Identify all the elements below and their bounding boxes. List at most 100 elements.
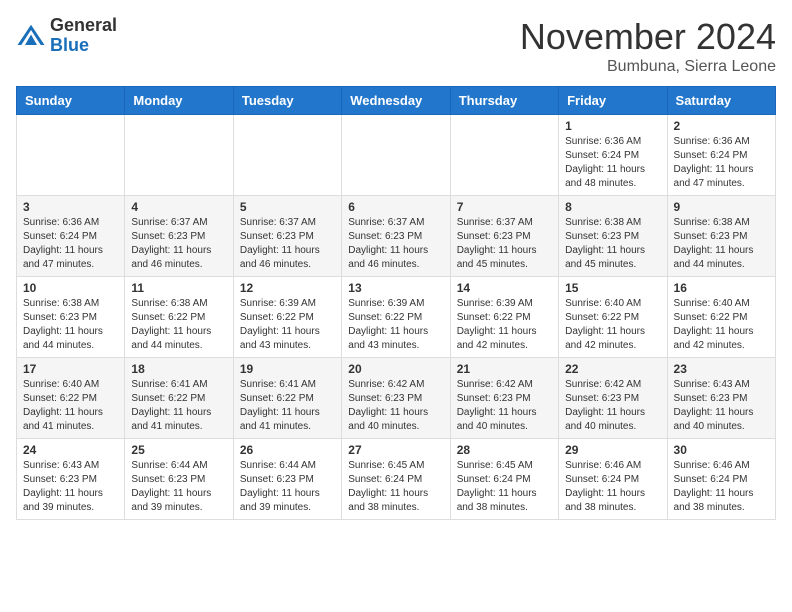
weekday-header-wednesday: Wednesday bbox=[342, 87, 450, 115]
day-cell: 24 Sunrise: 6:43 AM Sunset: 6:23 PM Dayli… bbox=[17, 439, 125, 520]
day-cell: 16 Sunrise: 6:40 AM Sunset: 6:22 PM Dayli… bbox=[667, 277, 775, 358]
weekday-header-saturday: Saturday bbox=[667, 87, 775, 115]
day-cell: 8 Sunrise: 6:38 AM Sunset: 6:23 PM Daylig… bbox=[559, 196, 667, 277]
day-cell bbox=[17, 115, 125, 196]
logo-general: General bbox=[50, 15, 117, 35]
week-row-4: 17 Sunrise: 6:40 AM Sunset: 6:22 PM Dayli… bbox=[17, 358, 776, 439]
day-number: 7 bbox=[457, 200, 552, 214]
day-cell: 10 Sunrise: 6:38 AM Sunset: 6:23 PM Dayli… bbox=[17, 277, 125, 358]
day-cell: 27Sunrise: 6:45 AM Sunset: 6:24 PM Dayli… bbox=[342, 439, 450, 520]
day-cell: 1Sunrise: 6:36 AM Sunset: 6:24 PM Daylig… bbox=[559, 115, 667, 196]
day-cell: 11 Sunrise: 6:38 AM Sunset: 6:22 PM Dayli… bbox=[125, 277, 233, 358]
month-title: November 2024 bbox=[520, 16, 776, 58]
week-row-5: 24 Sunrise: 6:43 AM Sunset: 6:23 PM Dayli… bbox=[17, 439, 776, 520]
day-number: 9 bbox=[674, 200, 769, 214]
day-number: 5 bbox=[240, 200, 335, 214]
day-number: 20 bbox=[348, 362, 443, 376]
day-number: 3 bbox=[23, 200, 118, 214]
day-cell: 9 Sunrise: 6:38 AM Sunset: 6:23 PM Daylig… bbox=[667, 196, 775, 277]
day-info: Sunrise: 6:43 AM Sunset: 6:23 PM Dayligh… bbox=[674, 378, 769, 434]
day-info: Sunrise: 6:42 AM Sunset: 6:23 PM Dayligh… bbox=[457, 378, 552, 434]
day-number: 2 bbox=[674, 119, 769, 133]
day-info: Sunrise: 6:46 AM Sunset: 6:24 PM Dayligh… bbox=[565, 459, 660, 515]
day-info: Sunrise: 6:37 AM Sunset: 6:23 PM Dayligh… bbox=[348, 216, 443, 272]
week-row-3: 10 Sunrise: 6:38 AM Sunset: 6:23 PM Dayli… bbox=[17, 277, 776, 358]
day-number: 8 bbox=[565, 200, 660, 214]
day-number: 11 bbox=[131, 281, 226, 295]
day-info: Sunrise: 6:37 AM Sunset: 6:23 PM Dayligh… bbox=[240, 216, 335, 272]
day-cell: 19Sunrise: 6:41 AM Sunset: 6:22 PM Dayli… bbox=[233, 358, 341, 439]
day-cell: 20Sunrise: 6:42 AM Sunset: 6:23 PM Dayli… bbox=[342, 358, 450, 439]
day-info: Sunrise: 6:37 AM Sunset: 6:23 PM Dayligh… bbox=[457, 216, 552, 272]
day-cell: 17 Sunrise: 6:40 AM Sunset: 6:22 PM Dayli… bbox=[17, 358, 125, 439]
day-number: 12 bbox=[240, 281, 335, 295]
day-cell: 21 Sunrise: 6:42 AM Sunset: 6:23 PM Dayli… bbox=[450, 358, 558, 439]
week-row-2: 3 Sunrise: 6:36 AM Sunset: 6:24 PM Daylig… bbox=[17, 196, 776, 277]
logo: General Blue bbox=[16, 16, 117, 56]
day-number: 16 bbox=[674, 281, 769, 295]
day-cell: 15Sunrise: 6:40 AM Sunset: 6:22 PM Dayli… bbox=[559, 277, 667, 358]
day-info: Sunrise: 6:39 AM Sunset: 6:22 PM Dayligh… bbox=[457, 297, 552, 353]
day-cell: 12Sunrise: 6:39 AM Sunset: 6:22 PM Dayli… bbox=[233, 277, 341, 358]
day-cell: 6 Sunrise: 6:37 AM Sunset: 6:23 PM Daylig… bbox=[342, 196, 450, 277]
day-info: Sunrise: 6:42 AM Sunset: 6:23 PM Dayligh… bbox=[565, 378, 660, 434]
day-number: 19 bbox=[240, 362, 335, 376]
calendar-table: SundayMondayTuesdayWednesdayThursdayFrid… bbox=[16, 86, 776, 520]
day-cell bbox=[233, 115, 341, 196]
day-info: Sunrise: 6:36 AM Sunset: 6:24 PM Dayligh… bbox=[565, 135, 660, 191]
weekday-header-tuesday: Tuesday bbox=[233, 87, 341, 115]
day-number: 22 bbox=[565, 362, 660, 376]
day-info: Sunrise: 6:38 AM Sunset: 6:23 PM Dayligh… bbox=[565, 216, 660, 272]
day-cell: 23 Sunrise: 6:43 AM Sunset: 6:23 PM Dayli… bbox=[667, 358, 775, 439]
day-number: 26 bbox=[240, 443, 335, 457]
day-info: Sunrise: 6:40 AM Sunset: 6:22 PM Dayligh… bbox=[674, 297, 769, 353]
day-number: 4 bbox=[131, 200, 226, 214]
day-number: 25 bbox=[131, 443, 226, 457]
day-cell bbox=[125, 115, 233, 196]
title-block: November 2024 Bumbuna, Sierra Leone bbox=[520, 16, 776, 76]
weekday-header-thursday: Thursday bbox=[450, 87, 558, 115]
day-cell: 4 Sunrise: 6:37 AM Sunset: 6:23 PM Daylig… bbox=[125, 196, 233, 277]
day-number: 29 bbox=[565, 443, 660, 457]
day-number: 30 bbox=[674, 443, 769, 457]
day-number: 27 bbox=[348, 443, 443, 457]
weekday-header-sunday: Sunday bbox=[17, 87, 125, 115]
day-info: Sunrise: 6:43 AM Sunset: 6:23 PM Dayligh… bbox=[23, 459, 118, 515]
day-number: 15 bbox=[565, 281, 660, 295]
day-info: Sunrise: 6:44 AM Sunset: 6:23 PM Dayligh… bbox=[240, 459, 335, 515]
day-info: Sunrise: 6:36 AM Sunset: 6:24 PM Dayligh… bbox=[23, 216, 118, 272]
day-cell: 5 Sunrise: 6:37 AM Sunset: 6:23 PM Daylig… bbox=[233, 196, 341, 277]
day-cell: 26 Sunrise: 6:44 AM Sunset: 6:23 PM Dayli… bbox=[233, 439, 341, 520]
logo-text: General Blue bbox=[50, 16, 117, 56]
weekday-header-friday: Friday bbox=[559, 87, 667, 115]
day-cell: 28Sunrise: 6:45 AM Sunset: 6:24 PM Dayli… bbox=[450, 439, 558, 520]
day-number: 24 bbox=[23, 443, 118, 457]
day-cell: 13Sunrise: 6:39 AM Sunset: 6:22 PM Dayli… bbox=[342, 277, 450, 358]
day-number: 14 bbox=[457, 281, 552, 295]
day-cell: 3 Sunrise: 6:36 AM Sunset: 6:24 PM Daylig… bbox=[17, 196, 125, 277]
day-cell bbox=[450, 115, 558, 196]
day-number: 10 bbox=[23, 281, 118, 295]
day-number: 28 bbox=[457, 443, 552, 457]
location: Bumbuna, Sierra Leone bbox=[520, 58, 776, 76]
day-number: 17 bbox=[23, 362, 118, 376]
week-row-1: 1Sunrise: 6:36 AM Sunset: 6:24 PM Daylig… bbox=[17, 115, 776, 196]
day-info: Sunrise: 6:41 AM Sunset: 6:22 PM Dayligh… bbox=[131, 378, 226, 434]
day-number: 23 bbox=[674, 362, 769, 376]
day-info: Sunrise: 6:40 AM Sunset: 6:22 PM Dayligh… bbox=[23, 378, 118, 434]
day-cell: 14 Sunrise: 6:39 AM Sunset: 6:22 PM Dayli… bbox=[450, 277, 558, 358]
weekday-header-row: SundayMondayTuesdayWednesdayThursdayFrid… bbox=[17, 87, 776, 115]
day-cell: 30 Sunrise: 6:46 AM Sunset: 6:24 PM Dayli… bbox=[667, 439, 775, 520]
day-cell: 29 Sunrise: 6:46 AM Sunset: 6:24 PM Dayli… bbox=[559, 439, 667, 520]
day-number: 18 bbox=[131, 362, 226, 376]
day-number: 6 bbox=[348, 200, 443, 214]
day-info: Sunrise: 6:38 AM Sunset: 6:23 PM Dayligh… bbox=[23, 297, 118, 353]
day-info: Sunrise: 6:38 AM Sunset: 6:22 PM Dayligh… bbox=[131, 297, 226, 353]
day-info: Sunrise: 6:38 AM Sunset: 6:23 PM Dayligh… bbox=[674, 216, 769, 272]
day-cell bbox=[342, 115, 450, 196]
logo-icon bbox=[16, 21, 46, 51]
day-info: Sunrise: 6:37 AM Sunset: 6:23 PM Dayligh… bbox=[131, 216, 226, 272]
day-number: 21 bbox=[457, 362, 552, 376]
day-cell: 7 Sunrise: 6:37 AM Sunset: 6:23 PM Daylig… bbox=[450, 196, 558, 277]
day-info: Sunrise: 6:46 AM Sunset: 6:24 PM Dayligh… bbox=[674, 459, 769, 515]
